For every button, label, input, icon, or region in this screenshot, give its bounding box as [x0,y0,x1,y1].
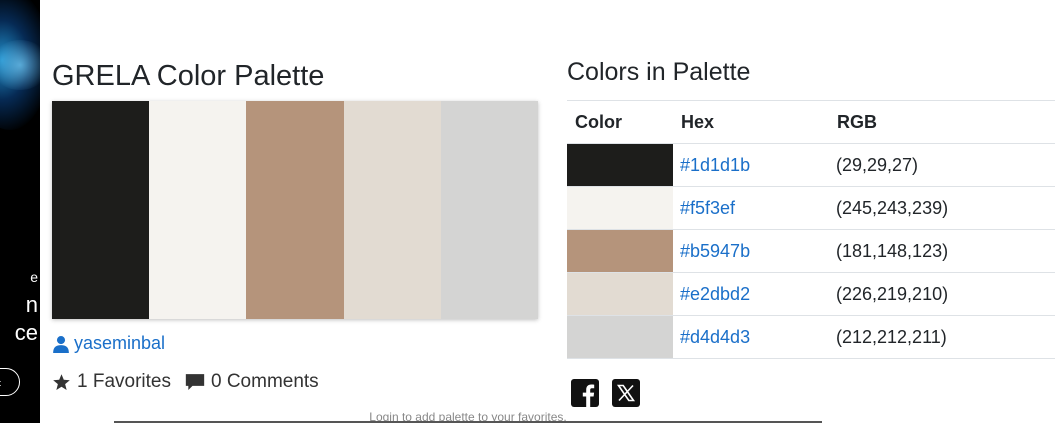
comments-count[interactable]: 0 Comments [185,371,319,393]
user-icon [53,335,69,353]
palette-swatches [52,101,539,319]
table-row: #1d1d1b (29,29,27) [567,143,1055,187]
color-chip [567,316,673,358]
rgb-cell: (212,212,211) [829,315,1055,359]
login-note: Login to add palette to your favorites. [114,409,822,423]
star-icon [53,373,70,390]
hex-cell: #1d1d1b [673,143,829,187]
hex-link[interactable]: #f5f3ef [680,198,735,218]
favorites-label: 1 Favorites [77,371,171,392]
hex-link[interactable]: #e2dbd2 [680,284,750,304]
palette-swatch[interactable] [149,101,247,319]
comment-icon [185,373,205,390]
column-header-color: Color [567,100,673,144]
rgb-cell: (245,243,239) [829,186,1055,230]
author-link[interactable]: yaseminbal [74,333,165,354]
color-chip-cell [567,186,673,230]
hex-cell: #f5f3ef [673,186,829,230]
table-row: #f5f3ef (245,243,239) [567,186,1055,230]
palette-swatch[interactable] [440,101,539,319]
color-chip [567,187,673,229]
table-header-row: Color Hex RGB [567,100,1055,144]
ad-glow-highlight [0,40,40,90]
table-row: #b5947b (181,148,123) [567,229,1055,273]
color-chip-cell [567,272,673,316]
column-header-hex: Hex [673,100,829,144]
ad-banner[interactable]: e n ce t [0,0,40,423]
table-row: #e2dbd2 (226,219,210) [567,272,1055,316]
column-header-rgb: RGB [829,100,1055,144]
x-icon[interactable] [612,379,640,407]
comments-label: 0 Comments [210,371,319,392]
author: yaseminbal [52,333,165,354]
hex-cell: #b5947b [673,229,829,273]
color-chip-cell [567,229,673,273]
table-row: #d4d4d3 (212,212,211) [567,315,1055,359]
color-chip-cell [567,315,673,359]
ad-text-line: ce [14,320,38,345]
ad-text-line: n [25,292,38,317]
color-chip [567,273,673,315]
palette-swatch[interactable] [52,101,150,319]
hex-cell: #d4d4d3 [673,315,829,359]
share-buttons [571,379,640,407]
palette-swatch[interactable] [246,101,344,319]
ad-button[interactable]: t [0,368,20,396]
rgb-cell: (29,29,27) [829,143,1055,187]
color-chip-cell [567,143,673,187]
rgb-cell: (181,148,123) [829,229,1055,273]
rgb-cell: (226,219,210) [829,272,1055,316]
colors-table: Color Hex RGB #1d1d1b (29,29,27) #f5f3ef… [567,100,1055,359]
palette-swatch[interactable] [343,101,441,319]
hex-link[interactable]: #d4d4d3 [680,327,750,347]
color-chip [567,144,673,186]
ad-text-line: e [30,269,38,285]
colors-section-title: Colors in Palette [567,58,751,86]
facebook-icon[interactable] [571,379,599,407]
palette-stats: 1 Favorites 0 Comments [52,371,333,393]
favorites-count[interactable]: 1 Favorites [52,371,171,393]
page-title: GRELA Color Palette [52,60,325,92]
color-chip [567,230,673,272]
hex-link[interactable]: #1d1d1b [680,155,750,175]
hex-link[interactable]: #b5947b [680,241,750,261]
hex-cell: #e2dbd2 [673,272,829,316]
